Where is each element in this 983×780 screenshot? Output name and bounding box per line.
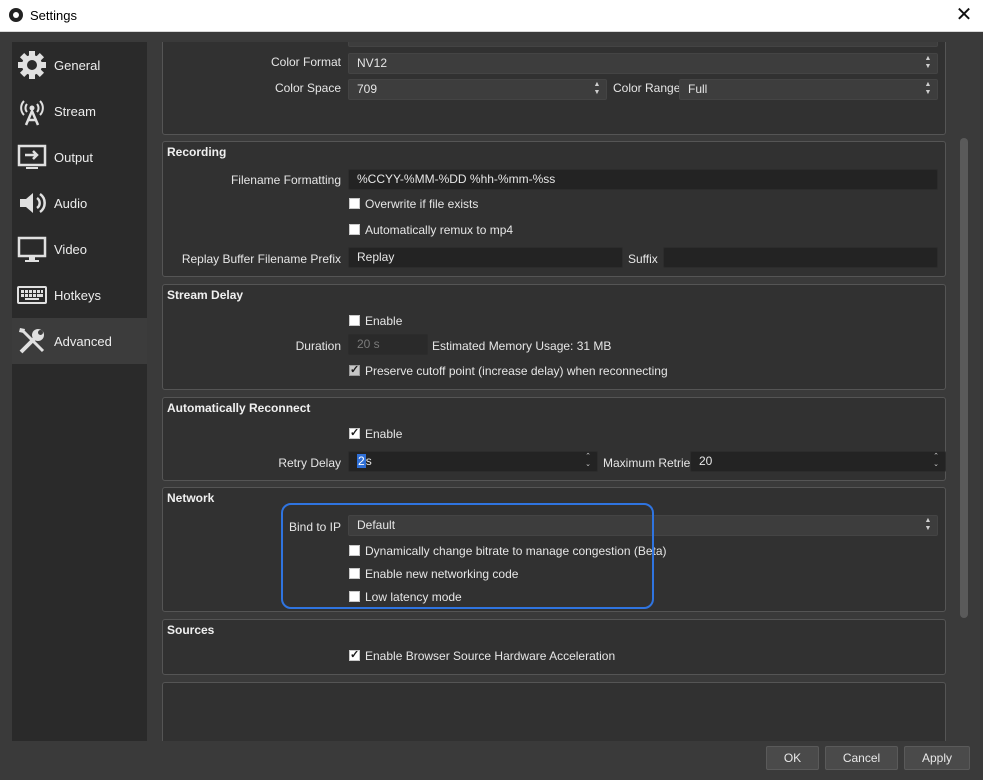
window-title: Settings [30, 8, 77, 23]
retry-delay-label: Retry Delay [278, 456, 341, 470]
sidebar-item-video[interactable]: Video [12, 226, 147, 272]
recording-group: Recording Filename Formatting %CCYY-%MM-… [162, 141, 946, 277]
sidebar-item-label: Video [54, 242, 88, 257]
bind-ip-label: Bind to IP [288, 520, 341, 534]
tools-icon [16, 325, 48, 357]
advanced-settings-panel: Color Format NV12 ▲ ▼ Color Space 709 ▲ ▼ … [155, 42, 955, 741]
updown-arrow-icon: ▲ ▼ [924, 517, 932, 532]
sidebar-item-audio[interactable]: Audio [12, 180, 147, 226]
stream-delay-enable-checkbox[interactable] [349, 315, 360, 326]
suffix-label: Suffix [628, 252, 658, 266]
speaker-icon [16, 187, 48, 219]
bind-ip-select[interactable]: Default ▲ ▼ [348, 515, 938, 536]
remux-checkbox[interactable] [349, 224, 360, 235]
duration-value: 20 s [357, 337, 380, 351]
sidebar-item-stream[interactable]: Stream [12, 88, 147, 134]
updown-arrow-icon: ▲ ▼ [593, 81, 601, 96]
stream-delay-title: Stream Delay [167, 288, 244, 302]
retry-delay-unit: s [365, 454, 372, 468]
keyboard-icon [16, 279, 48, 311]
stream-delay-enable-label: Enable [365, 314, 403, 328]
scrollbar-thumb[interactable] [960, 138, 968, 618]
ok-button[interactable]: OK [766, 746, 819, 770]
sidebar-item-label: Advanced [54, 334, 112, 349]
memory-usage-text: Estimated Memory Usage: 31 MB [432, 339, 612, 353]
sidebar-item-hotkeys[interactable]: Hotkeys [12, 272, 147, 318]
output-icon [16, 141, 48, 173]
color-range-value: Full [688, 82, 708, 96]
sidebar-item-label: Audio [54, 196, 88, 211]
color-range-select[interactable]: Full ▲ ▼ [679, 79, 938, 100]
preserve-cutoff-label: Preserve cutoff point (increase delay) w… [365, 364, 668, 378]
settings-sidebar: General Stream Output Audio Video Hotkey… [12, 42, 147, 741]
recording-title: Recording [167, 145, 227, 159]
sidebar-item-label: Stream [54, 104, 96, 119]
color-format-label: Color Format [270, 55, 341, 69]
duration-spinbox[interactable]: 20 s ⌃⌄ [348, 334, 428, 355]
video-group: Color Format NV12 ▲ ▼ Color Space 709 ▲ ▼ … [162, 42, 946, 135]
next-group [162, 682, 946, 741]
browser-accel-label: Enable Browser Source Hardware Accelerat… [365, 649, 616, 663]
gear-icon [16, 49, 48, 81]
obs-logo-icon [9, 8, 23, 22]
antenna-icon [16, 95, 48, 127]
filename-formatting-label: Filename Formatting [230, 173, 341, 187]
low-latency-label: Low latency mode [365, 590, 462, 604]
sidebar-item-advanced[interactable]: Advanced [12, 318, 147, 364]
retry-delay-spinbox[interactable]: 2s ⌃ ⌄ [348, 451, 598, 472]
updown-arrow-icon: ▲ ▼ [924, 55, 932, 70]
preserve-cutoff-checkbox[interactable] [349, 363, 360, 376]
dynamic-bitrate-label: Dynamically change bitrate to manage con… [365, 544, 667, 558]
network-group: Network Bind to IP Default ▲ ▼ Dynamicall… [162, 487, 946, 612]
new-networking-checkbox[interactable] [349, 568, 360, 579]
replay-prefix-label: Replay Buffer Filename Prefix [181, 252, 341, 266]
sources-title: Sources [167, 623, 215, 637]
spin-arrows-icon: ⌃⌄ [427, 336, 428, 353]
max-retries-label: Maximum Retries [603, 456, 697, 470]
reconnect-enable-checkbox[interactable] [349, 426, 360, 439]
updown-arrow-icon: ▲ ▼ [924, 81, 932, 96]
filename-formatting-input[interactable]: %CCYY-%MM-%DD %hh-%mm-%ss [348, 169, 938, 190]
title-bar: Settings ✕ [0, 0, 983, 32]
color-space-select[interactable]: 709 ▲ ▼ [348, 79, 607, 100]
max-retries-value: 20 [699, 454, 713, 468]
auto-reconnect-group: Automatically Reconnect Enable Retry Del… [162, 397, 946, 481]
overwrite-label: Overwrite if file exists [365, 197, 479, 211]
retry-delay-value: 2 [357, 454, 366, 468]
close-icon[interactable]: ✕ [949, 1, 979, 29]
color-space-label: Color Space [274, 81, 341, 95]
color-format-select[interactable]: NV12 ▲ ▼ [348, 53, 938, 74]
bind-ip-value: Default [357, 518, 396, 532]
remux-label: Automatically remux to mp4 [365, 223, 514, 237]
spin-arrows-icon: ⌃⌄ [585, 453, 591, 468]
new-networking-label: Enable new networking code [365, 567, 519, 581]
suffix-input[interactable] [663, 247, 938, 268]
duration-label: Duration [295, 339, 341, 353]
max-retries-spinbox[interactable]: 20 ⌃ ⌄ [690, 451, 946, 472]
cancel-button[interactable]: Cancel [825, 746, 898, 770]
auto-reconnect-title: Automatically Reconnect [167, 401, 311, 415]
overwrite-checkbox[interactable] [349, 198, 360, 209]
renderer-select[interactable] [348, 42, 938, 47]
replay-prefix-input[interactable]: Replay [348, 247, 623, 268]
sidebar-item-general[interactable]: General [12, 42, 147, 88]
network-title: Network [167, 491, 215, 505]
sidebar-item-label: General [54, 58, 101, 73]
monitor-icon [16, 233, 48, 265]
dynamic-bitrate-checkbox[interactable] [349, 545, 360, 556]
browser-accel-checkbox[interactable] [349, 648, 360, 661]
spin-arrows-icon: ⌃⌄ [933, 453, 939, 468]
color-space-value: 709 [357, 82, 378, 96]
sidebar-item-label: Hotkeys [54, 288, 101, 303]
sidebar-item-output[interactable]: Output [12, 134, 147, 180]
stream-delay-group: Stream Delay Enable Duration 20 s ⌃⌄ Est… [162, 284, 946, 390]
sidebar-item-label: Output [54, 150, 94, 165]
sources-group: Sources Enable Browser Source Hardware A… [162, 619, 946, 675]
low-latency-checkbox[interactable] [349, 591, 360, 602]
color-range-label: Color Range [613, 81, 681, 95]
reconnect-enable-label: Enable [365, 427, 403, 441]
apply-button[interactable]: Apply [904, 746, 970, 770]
color-format-value: NV12 [357, 56, 388, 70]
